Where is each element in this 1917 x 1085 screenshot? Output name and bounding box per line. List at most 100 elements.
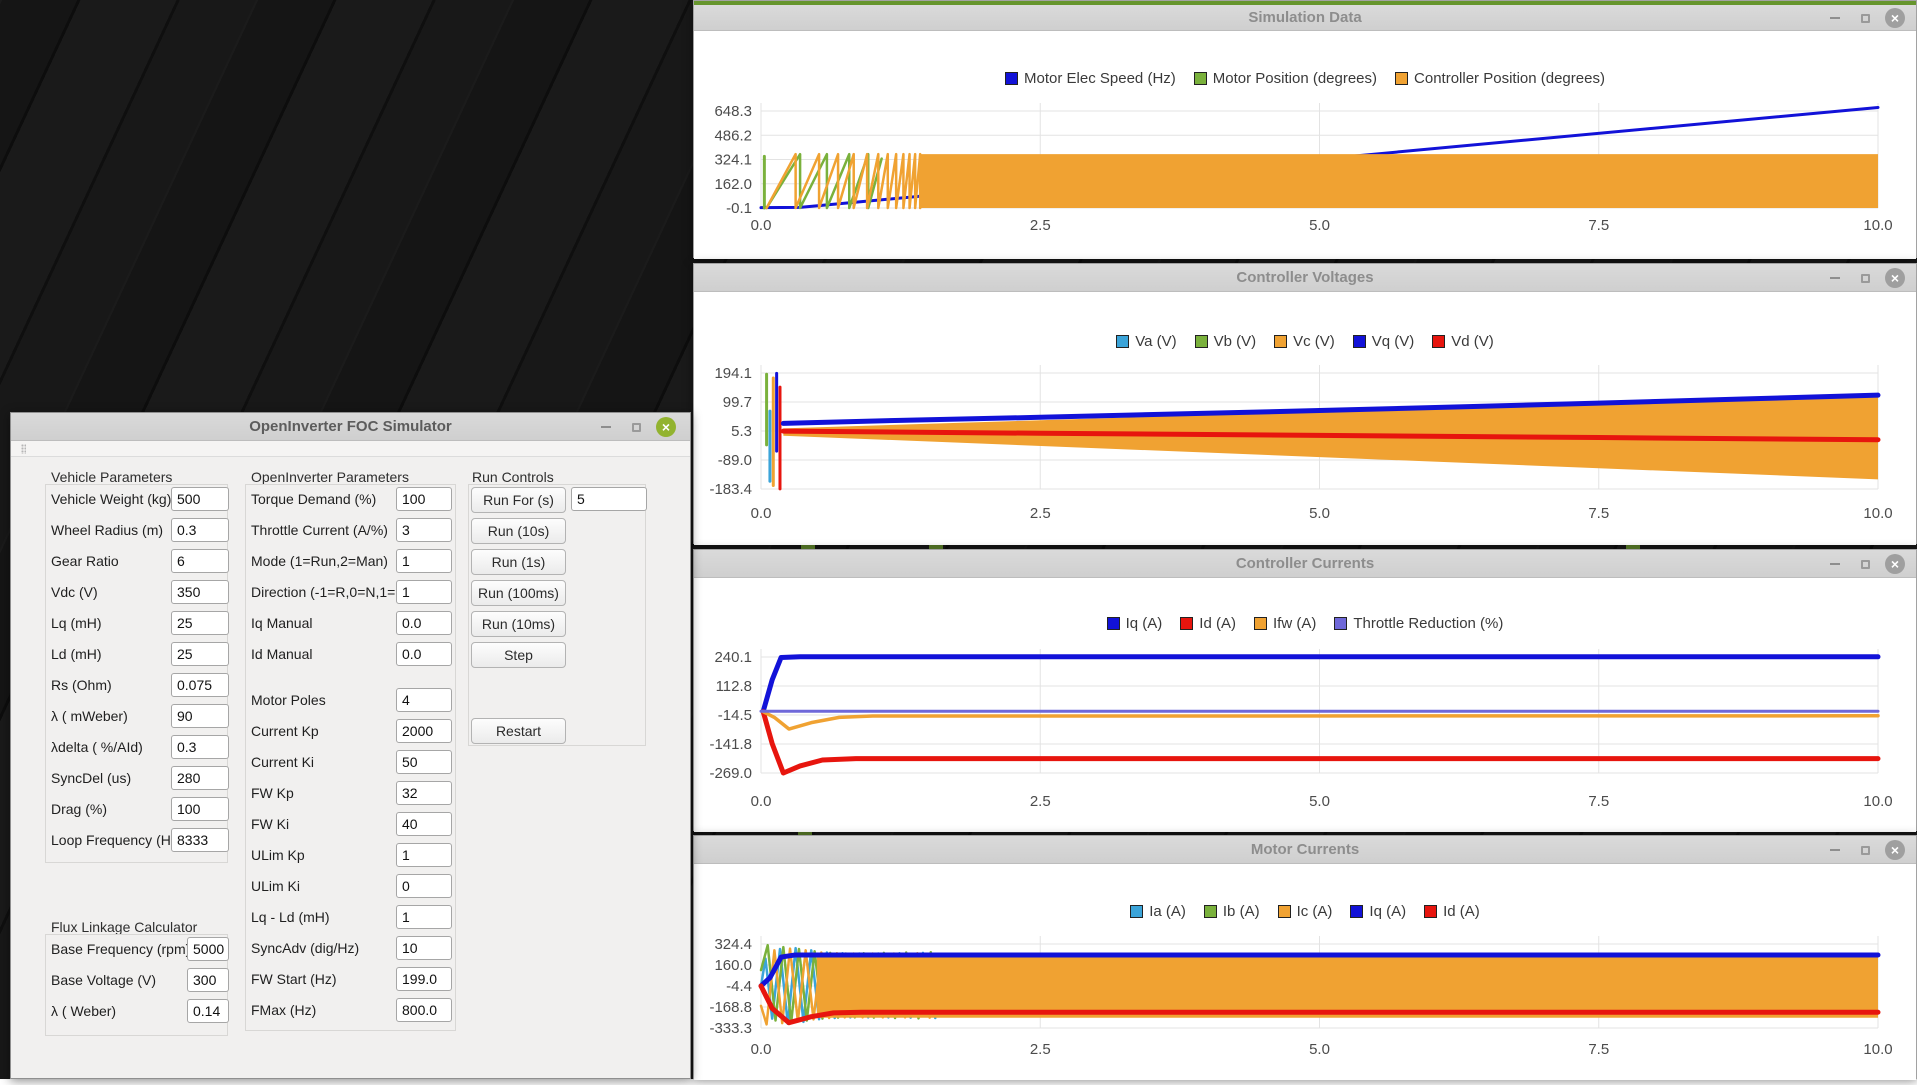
param-input[interactable]: 1 — [396, 549, 452, 573]
param-input[interactable]: 40 — [396, 812, 452, 836]
y-tick-label: 324.4 — [714, 936, 752, 953]
param-input[interactable]: 199.0 — [396, 967, 452, 991]
run-button[interactable]: Run (10s) — [471, 518, 566, 544]
param-label: Wheel Radius (m) — [51, 522, 163, 538]
x-tick-label: 2.5 — [1030, 793, 1051, 810]
minimize-icon — [1830, 849, 1840, 851]
series-id — [763, 712, 1878, 773]
minimize-icon — [1830, 277, 1840, 279]
close-button[interactable]: × — [1885, 554, 1905, 574]
x-tick-label: 7.5 — [1588, 217, 1609, 234]
param-input[interactable]: 6 — [171, 549, 229, 573]
param-input[interactable]: 4 — [396, 688, 452, 712]
close-button[interactable]: × — [1885, 8, 1905, 28]
param-input[interactable]: 0.0 — [396, 611, 452, 635]
legend-item: Id (A) — [1424, 903, 1480, 920]
drag-handle[interactable] — [21, 444, 26, 454]
legend-swatch-icon — [1350, 905, 1363, 918]
titlebar[interactable]: Controller Voltages × — [694, 264, 1916, 292]
controller-currents-window: Controller Currents × Iq (A)Id (A)Ifw (A… — [693, 549, 1917, 831]
x-tick-label: 10.0 — [1863, 217, 1892, 234]
titlebar[interactable]: Motor Currents × — [694, 836, 1916, 864]
legend-swatch-icon — [1005, 72, 1018, 85]
x-tick-label: 5.0 — [1309, 217, 1330, 234]
param-label: λ ( Weber) — [51, 1003, 116, 1019]
chart-area: Va (V)Vb (V)Vc (V)Vq (V)Vd (V)0.02.55.07… — [694, 292, 1916, 545]
param-input[interactable]: 100 — [396, 487, 452, 511]
series-iq — [763, 657, 1878, 711]
legend-swatch-icon — [1278, 905, 1291, 918]
restore-icon — [632, 423, 641, 432]
param-input[interactable]: 25 — [171, 642, 229, 666]
close-button[interactable]: × — [1885, 840, 1905, 860]
close-button[interactable]: × — [656, 417, 676, 437]
param-input[interactable]: 300 — [187, 968, 229, 992]
param-label: Id Manual — [251, 646, 312, 662]
run-for-button[interactable]: Run For (s) — [471, 487, 566, 513]
run-button[interactable]: Run (1s) — [471, 549, 566, 575]
run-button[interactable]: Run (100ms) — [471, 580, 566, 606]
legend-label: Ic (A) — [1297, 903, 1333, 920]
param-input[interactable]: 0 — [396, 874, 452, 898]
restore-button[interactable] — [1855, 840, 1875, 860]
param-label: SyncDel (us) — [51, 770, 131, 786]
group-title: OpenInverter Parameters — [251, 469, 409, 485]
restore-button[interactable] — [1855, 554, 1875, 574]
param-label: Loop Frequency (Hz) — [51, 832, 183, 848]
param-input[interactable]: 350 — [171, 580, 229, 604]
param-input[interactable]: 280 — [171, 766, 229, 790]
titlebar[interactable]: Controller Currents × — [694, 550, 1916, 578]
x-tick-label: 7.5 — [1588, 1041, 1609, 1058]
legend-label: Motor Position (degrees) — [1213, 70, 1377, 87]
titlebar[interactable]: Simulation Data × — [694, 5, 1916, 31]
minimize-button[interactable] — [1825, 268, 1845, 288]
minimize-button[interactable] — [596, 417, 616, 437]
param-input[interactable]: 0.3 — [171, 518, 229, 542]
param-input[interactable]: 1 — [396, 580, 452, 604]
legend-swatch-icon — [1180, 617, 1193, 630]
minimize-button[interactable] — [1825, 8, 1845, 28]
restore-icon — [1861, 560, 1870, 569]
motor-currents-window: Motor Currents × Ia (A)Ib (A)Ic (A)Iq (A… — [693, 835, 1917, 1079]
close-button[interactable]: × — [1885, 268, 1905, 288]
x-tick-label: 10.0 — [1863, 505, 1892, 522]
param-input[interactable]: 800.0 — [396, 998, 452, 1022]
restore-button[interactable] — [1855, 8, 1875, 28]
param-input[interactable]: 0.075 — [171, 673, 229, 697]
legend-label: Va (V) — [1135, 333, 1176, 350]
chart-legend: Motor Elec Speed (Hz)Motor Position (deg… — [694, 70, 1916, 87]
param-input[interactable]: 1 — [396, 843, 452, 867]
param-input[interactable]: 0.3 — [171, 735, 229, 759]
simulation-data-window: Simulation Data × Motor Elec Speed (Hz)M… — [693, 0, 1917, 258]
param-input[interactable]: 1 — [396, 905, 452, 929]
param-input[interactable]: 10 — [396, 936, 452, 960]
param-input[interactable]: 100 — [171, 797, 229, 821]
legend-item: Vc (V) — [1274, 333, 1335, 350]
y-tick-label: -89.0 — [718, 452, 752, 469]
titlebar[interactable]: OpenInverter FOC Simulator × — [11, 413, 690, 441]
legend-swatch-icon — [1195, 335, 1208, 348]
minimize-icon — [1830, 563, 1840, 565]
legend-item: Iq (A) — [1350, 903, 1406, 920]
param-input[interactable]: 50 — [396, 750, 452, 774]
minimize-button[interactable] — [1825, 840, 1845, 860]
restore-button[interactable] — [1855, 268, 1875, 288]
param-input[interactable]: 90 — [171, 704, 229, 728]
legend-item: Throttle Reduction (%) — [1334, 615, 1503, 632]
param-input[interactable]: 500 — [171, 487, 229, 511]
param-input[interactable]: 0.0 — [396, 642, 452, 666]
param-input[interactable]: 25 — [171, 611, 229, 635]
run-for-input[interactable]: 5 — [571, 487, 647, 511]
run-button[interactable]: Run (10ms) — [471, 611, 566, 637]
param-input[interactable]: 3 — [396, 518, 452, 542]
series-ic-band — [817, 953, 1878, 1018]
param-input[interactable]: 2000 — [396, 719, 452, 743]
param-input[interactable]: 5000 — [187, 937, 229, 961]
restart-button[interactable]: Restart — [471, 718, 566, 744]
param-input[interactable]: 8333 — [171, 828, 229, 852]
minimize-button[interactable] — [1825, 554, 1845, 574]
param-input[interactable]: 0.14 — [187, 999, 229, 1023]
param-input[interactable]: 32 — [396, 781, 452, 805]
restore-button[interactable] — [626, 417, 646, 437]
run-button[interactable]: Step — [471, 642, 566, 668]
